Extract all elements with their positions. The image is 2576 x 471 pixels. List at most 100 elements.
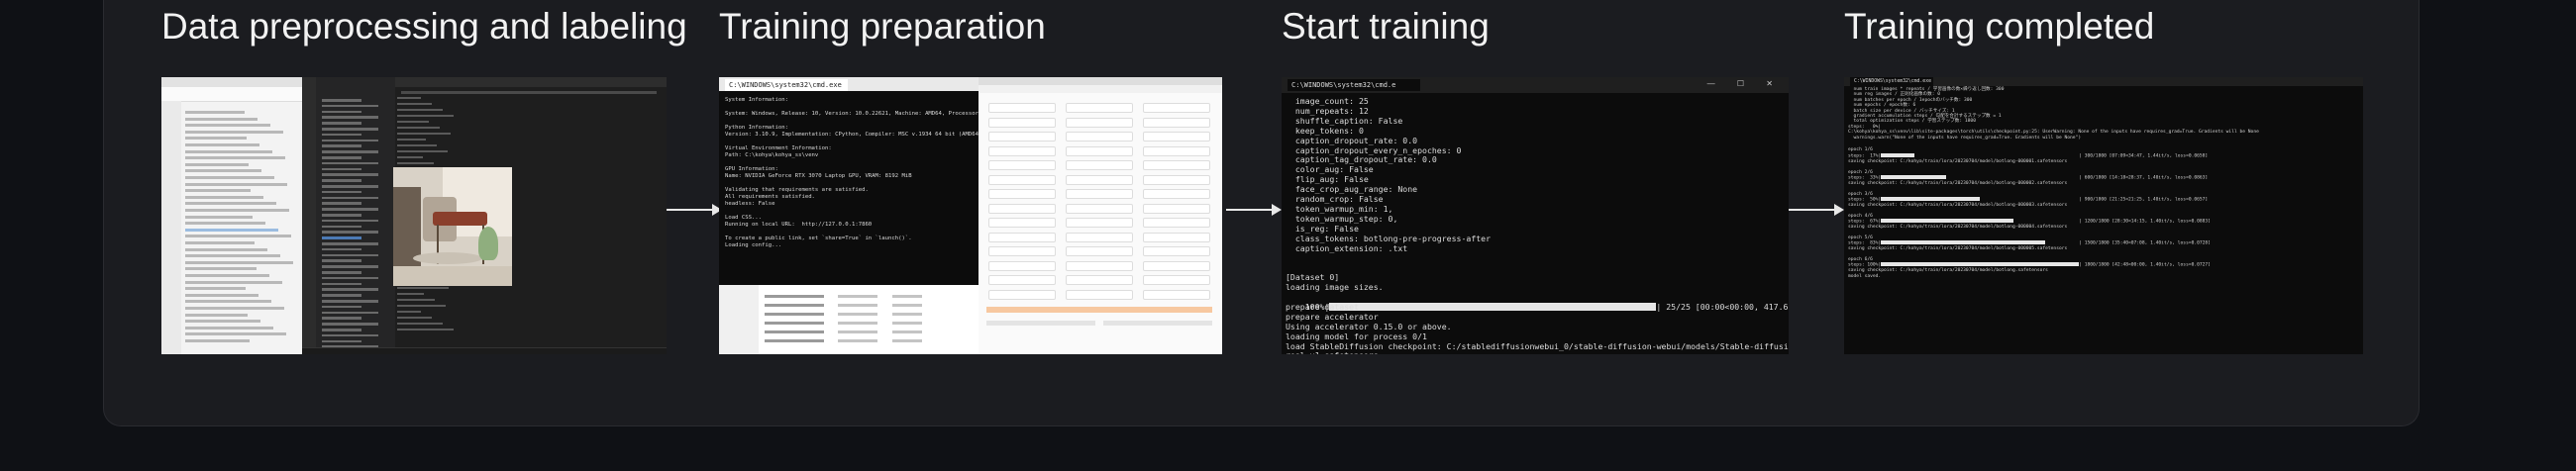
settings-field[interactable] [1143, 160, 1210, 170]
settings-field[interactable] [1066, 117, 1133, 128]
caption-file-row[interactable] [322, 288, 378, 291]
file-row[interactable] [185, 111, 245, 114]
caption-file-row[interactable] [322, 311, 378, 315]
caption-file-row[interactable] [322, 110, 361, 114]
file-row[interactable] [185, 228, 278, 232]
file-row[interactable] [185, 195, 263, 199]
file-row[interactable] [185, 241, 255, 244]
settings-field[interactable] [1066, 189, 1133, 199]
settings-field[interactable] [988, 289, 1056, 300]
file-row[interactable] [185, 182, 287, 186]
caption-file-row[interactable] [322, 323, 378, 326]
caption-file-row[interactable] [322, 202, 361, 205]
settings-field[interactable] [1066, 145, 1133, 156]
settings-field[interactable] [1066, 103, 1133, 113]
settings-field[interactable] [1143, 289, 1210, 300]
settings-field[interactable] [1143, 174, 1210, 185]
file-row[interactable] [185, 326, 273, 330]
caption-file-row[interactable] [322, 271, 361, 274]
settings-field[interactable] [988, 117, 1056, 128]
settings-field[interactable] [988, 174, 1056, 185]
file-row[interactable] [185, 287, 246, 291]
settings-field[interactable] [988, 246, 1056, 256]
file-row[interactable] [185, 215, 253, 219]
caption-file-row[interactable] [322, 282, 361, 286]
file-row[interactable] [185, 169, 261, 173]
caption-file-row[interactable] [322, 185, 378, 188]
caption-file-row[interactable] [322, 259, 361, 262]
settings-field[interactable] [1143, 132, 1210, 141]
file-row[interactable] [185, 137, 247, 141]
file-row[interactable] [185, 307, 284, 310]
caption-file-row[interactable] [322, 333, 378, 337]
caption-file-row[interactable] [322, 317, 361, 320]
caption-file-row[interactable] [322, 276, 378, 280]
caption-file-row[interactable] [322, 294, 361, 297]
caption-file-row[interactable] [322, 173, 378, 176]
settings-field[interactable] [1066, 160, 1133, 170]
settings-field[interactable] [988, 218, 1056, 228]
file-row[interactable] [185, 300, 271, 304]
file-row[interactable] [185, 176, 274, 179]
settings-field[interactable] [1066, 174, 1133, 185]
settings-field[interactable] [988, 232, 1056, 242]
caption-file-row[interactable] [322, 339, 361, 343]
file-row[interactable] [185, 189, 251, 193]
caption-file-row[interactable] [322, 236, 361, 239]
file-row[interactable] [185, 143, 259, 146]
file-row[interactable] [185, 124, 270, 128]
caption-file-row[interactable] [322, 161, 378, 165]
file-row[interactable] [185, 293, 258, 297]
settings-field[interactable] [1143, 203, 1210, 214]
settings-field[interactable] [1066, 218, 1133, 228]
caption-file-row[interactable] [322, 128, 378, 131]
settings-field[interactable] [988, 260, 1056, 271]
file-row[interactable] [185, 320, 260, 324]
caption-file-row[interactable] [322, 133, 361, 137]
caption-file-row[interactable] [322, 219, 378, 223]
caption-file-row[interactable] [322, 190, 361, 194]
file-row[interactable] [765, 295, 824, 298]
caption-file-row[interactable] [322, 179, 361, 182]
settings-field[interactable] [1066, 260, 1133, 271]
settings-field[interactable] [1066, 289, 1133, 300]
settings-field[interactable] [1143, 275, 1210, 285]
settings-field[interactable] [988, 145, 1056, 156]
settings-field[interactable] [988, 160, 1056, 170]
file-row[interactable] [765, 313, 824, 316]
settings-field[interactable] [1143, 218, 1210, 228]
settings-field[interactable] [988, 132, 1056, 141]
caption-file-row[interactable] [322, 167, 361, 171]
settings-field[interactable] [988, 189, 1056, 199]
caption-file-row[interactable] [322, 104, 378, 108]
file-row[interactable] [185, 267, 257, 271]
settings-field[interactable] [1066, 246, 1133, 256]
caption-file-row[interactable] [322, 329, 361, 331]
caption-file-row[interactable] [322, 300, 378, 303]
file-row[interactable] [185, 149, 272, 153]
file-row[interactable] [185, 209, 289, 212]
settings-field[interactable] [988, 275, 1056, 285]
caption-file-row[interactable] [322, 225, 361, 229]
caption-file-row[interactable] [322, 253, 378, 257]
file-row[interactable] [185, 313, 248, 317]
file-row[interactable] [185, 274, 269, 277]
file-row[interactable] [765, 339, 824, 342]
file-row[interactable] [185, 202, 276, 206]
file-row[interactable] [185, 235, 291, 238]
file-row[interactable] [185, 339, 250, 342]
caption-file-row[interactable] [322, 139, 378, 142]
settings-field[interactable] [1066, 275, 1133, 285]
settings-field[interactable] [1143, 145, 1210, 156]
caption-file-row[interactable] [322, 144, 361, 147]
file-row[interactable] [185, 254, 280, 258]
caption-file-row[interactable] [322, 247, 361, 251]
settings-field[interactable] [1143, 260, 1210, 271]
settings-field[interactable] [1066, 203, 1133, 214]
caption-file-row[interactable] [322, 242, 378, 245]
file-row[interactable] [185, 280, 282, 284]
caption-file-row[interactable] [322, 150, 378, 153]
caption-file-row[interactable] [322, 99, 361, 102]
caption-file-row[interactable] [322, 116, 378, 119]
caption-file-row[interactable] [322, 231, 378, 234]
